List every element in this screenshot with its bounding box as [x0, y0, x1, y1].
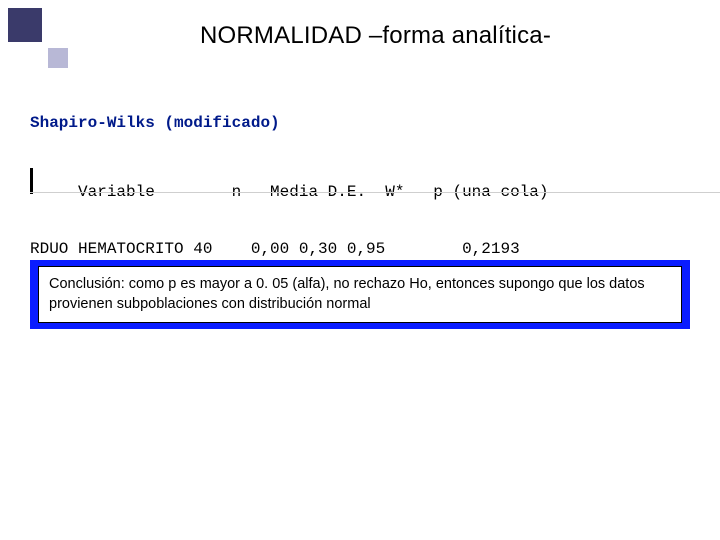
horizontal-separator — [30, 192, 720, 193]
slide-corner-decor — [8, 8, 78, 78]
shapiro-wilks-block: Shapiro-Wilks (modificado) Variable n Me… — [30, 78, 690, 278]
conclusion-container: Conclusión: como p es mayor a 0. 05 (alf… — [30, 260, 690, 329]
table-data-row: RDUO HEMATOCRITO 40 0,00 0,30 0,95 0,219… — [30, 239, 690, 260]
page-title: NORMALIDAD –forma analítica- — [200, 22, 551, 50]
decor-square-large — [8, 8, 42, 42]
conclusion-text: Conclusión: como p es mayor a 0. 05 (alf… — [38, 266, 682, 323]
decor-square-small — [48, 48, 68, 68]
test-heading: Shapiro-Wilks (modificado) — [30, 114, 690, 132]
vertical-separator — [30, 168, 33, 194]
